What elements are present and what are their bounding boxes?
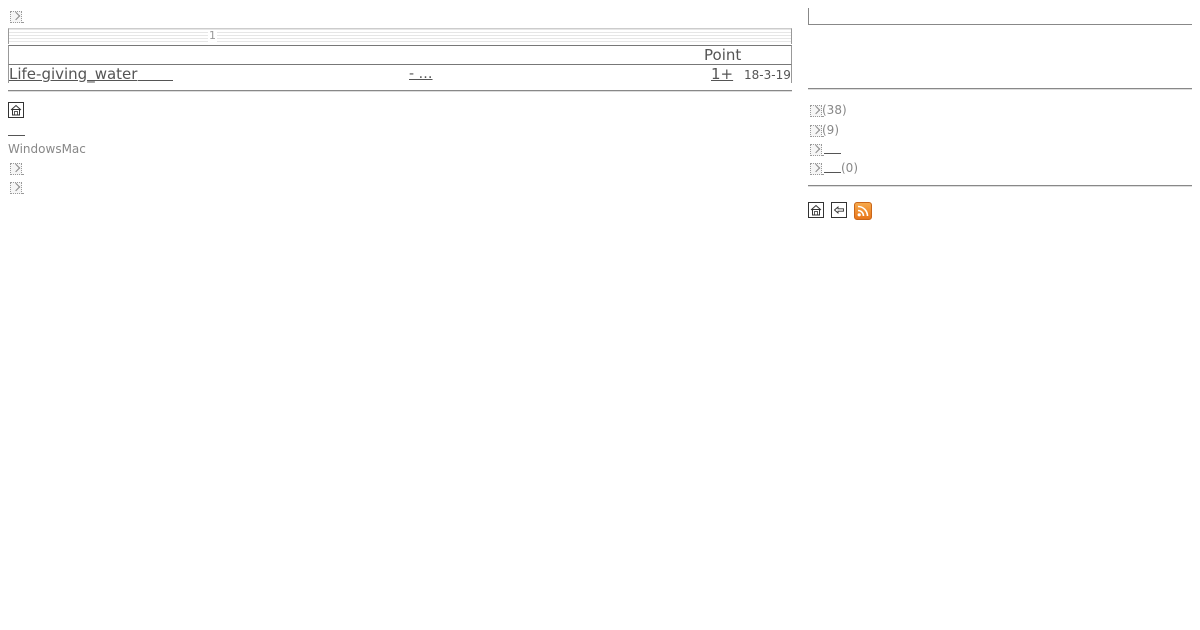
sidebar-item-link[interactable]: [824, 172, 841, 173]
home-icon[interactable]: [808, 202, 824, 218]
sidebar-divider: [808, 185, 1192, 187]
point-column-header: Point: [704, 46, 742, 64]
home-icon[interactable]: [8, 102, 24, 118]
broken-image-icon: [810, 143, 824, 156]
pagination-bar: 1: [8, 28, 792, 44]
broken-image-icon: [10, 182, 24, 194]
page: 1 Point Life-giving_water - … 1+ 18-3-19…: [0, 0, 1200, 630]
empty-link[interactable]: [8, 135, 25, 136]
sidebar-input-box[interactable]: [808, 8, 1192, 25]
sidebar-item[interactable]: (0): [810, 161, 858, 175]
sidebar-item-count: (38): [822, 103, 847, 117]
sidebar-item-count: (0): [841, 161, 858, 175]
sidebar-divider: [808, 88, 1192, 90]
topic-link-underline: [138, 80, 173, 81]
sidebar-item-link[interactable]: [824, 153, 841, 154]
reply-link[interactable]: - …: [409, 66, 433, 83]
sidebar-item[interactable]: [810, 142, 841, 156]
sidebar-item[interactable]: (9): [810, 123, 839, 137]
broken-image-icon: [810, 162, 824, 175]
current-page-number[interactable]: 1: [208, 30, 217, 42]
sidebar-item[interactable]: (38): [810, 103, 847, 117]
broken-image-icon: [10, 163, 24, 175]
broken-image-icon: [10, 11, 24, 23]
table-header: Point: [8, 45, 792, 64]
broken-image-icon: [810, 124, 824, 137]
rss-icon[interactable]: [854, 202, 872, 220]
os-label: WindowsMac: [8, 142, 86, 156]
back-icon[interactable]: [831, 202, 847, 218]
main-divider: [8, 90, 792, 92]
point-link[interactable]: 1+: [711, 66, 733, 83]
broken-image-icon: [810, 104, 824, 117]
table-row: Life-giving_water - … 1+ 18-3-19: [8, 64, 792, 83]
topic-link[interactable]: Life-giving_water: [9, 66, 137, 83]
row-date: 18-3-19: [744, 68, 791, 82]
sidebar-item-count: (9): [822, 123, 839, 137]
